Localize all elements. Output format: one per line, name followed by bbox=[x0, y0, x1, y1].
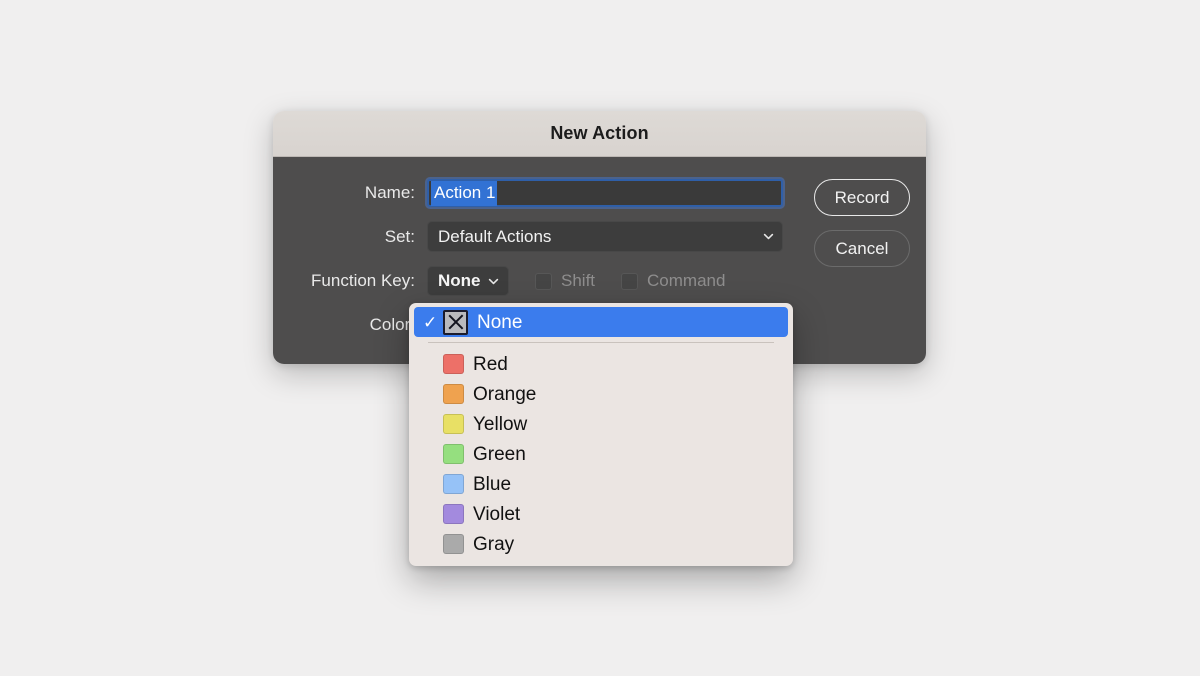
color-menu-item-blue[interactable]: Blue bbox=[414, 469, 788, 499]
chevron-down-icon bbox=[763, 231, 774, 242]
color-swatch-icon bbox=[443, 414, 464, 434]
color-menu-item-label: Red bbox=[473, 353, 508, 375]
shift-modifier[interactable]: Shift bbox=[535, 271, 595, 291]
set-dropdown-value: Default Actions bbox=[438, 226, 552, 246]
color-swatch-icon bbox=[443, 354, 464, 374]
color-menu-items: ✓ None Red Orange Yellow Green Blue Violet Gray bbox=[409, 307, 793, 559]
color-swatch-icon bbox=[443, 534, 464, 554]
function-key-dropdown-value: None bbox=[438, 271, 481, 290]
dialog-action-buttons: Record Cancel bbox=[814, 179, 910, 267]
check-icon: ✓ bbox=[423, 312, 438, 332]
set-label: Set: bbox=[384, 226, 415, 246]
color-menu-item-label: None bbox=[477, 311, 523, 333]
shift-checkbox[interactable] bbox=[535, 272, 552, 290]
color-menu-item-yellow[interactable]: Yellow bbox=[414, 409, 788, 439]
color-menu-item-orange[interactable]: Orange bbox=[414, 379, 788, 409]
record-button[interactable]: Record bbox=[814, 179, 910, 216]
name-input[interactable]: Action 1 bbox=[427, 179, 783, 207]
color-menu-item-label: Yellow bbox=[473, 413, 528, 435]
color-swatch-icon bbox=[443, 444, 464, 464]
color-menu-item-label: Violet bbox=[473, 503, 521, 525]
color-menu-item-gray[interactable]: Gray bbox=[414, 529, 788, 559]
dialog-titlebar: New Action bbox=[273, 111, 926, 157]
color-swatch-icon bbox=[443, 504, 464, 524]
color-menu-item-label: Blue bbox=[473, 473, 512, 495]
color-label: Color: bbox=[369, 315, 415, 334]
color-menu-item-label: Green bbox=[473, 443, 526, 465]
shift-label: Shift bbox=[561, 271, 596, 290]
cancel-button[interactable]: Cancel bbox=[814, 230, 910, 267]
color-menu-item-none[interactable]: ✓ None bbox=[414, 307, 788, 337]
menu-separator bbox=[428, 342, 774, 343]
color-menu-item-label: Orange bbox=[473, 383, 537, 405]
function-key-row: Function Key: None Shift Command bbox=[273, 266, 926, 296]
color-swatch-icon bbox=[443, 474, 464, 494]
command-checkbox[interactable] bbox=[621, 272, 639, 290]
function-key-label: Function Key: bbox=[311, 271, 415, 290]
none-x-icon bbox=[443, 309, 468, 335]
command-modifier[interactable]: Command bbox=[621, 271, 725, 291]
function-key-dropdown[interactable]: None bbox=[427, 266, 509, 296]
name-input-value: Action 1 bbox=[431, 180, 498, 206]
color-menu-item-green[interactable]: Green bbox=[414, 439, 788, 469]
command-label: Command bbox=[647, 271, 726, 290]
chevron-down-icon bbox=[488, 276, 499, 287]
color-menu-item-label: Gray bbox=[473, 533, 515, 555]
set-dropdown[interactable]: Default Actions bbox=[427, 221, 783, 252]
color-menu-item-red[interactable]: Red bbox=[414, 349, 788, 379]
dialog-title: New Action bbox=[550, 123, 649, 143]
color-menu-item-violet[interactable]: Violet bbox=[414, 499, 788, 529]
name-label: Name: bbox=[364, 183, 415, 202]
color-dropdown-menu: ✓ None Red Orange Yellow Green Blue Violet Gray bbox=[409, 303, 793, 566]
color-swatch-icon bbox=[443, 384, 464, 404]
